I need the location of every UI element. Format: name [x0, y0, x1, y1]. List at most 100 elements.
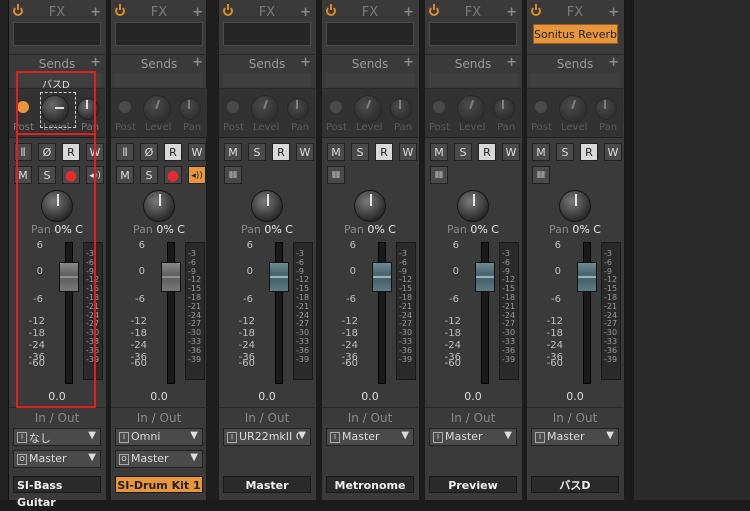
add-send-icon[interactable]: +	[90, 55, 101, 70]
mute-button[interactable]: M	[116, 166, 134, 184]
volume-fader-handle[interactable]	[161, 262, 181, 292]
output-select[interactable]: O Master ▼	[13, 450, 101, 468]
meter-mark: -27	[86, 319, 100, 329]
meter-mark: -39	[86, 354, 100, 364]
add-fx-icon[interactable]: +	[403, 5, 414, 20]
fx-slot-empty[interactable]	[223, 22, 311, 46]
send-pan-knob[interactable]	[179, 98, 201, 120]
send-pan-knob[interactable]	[493, 98, 515, 120]
channel-name[interactable]: SI-Drum Kit 1	[115, 476, 203, 493]
send-pan-knob[interactable]	[390, 98, 412, 120]
channel-name[interactable]: Preview	[429, 476, 517, 493]
fx-slot-empty[interactable]	[429, 22, 517, 46]
input-select[interactable]: I Master ▼	[429, 428, 517, 446]
write-button[interactable]: W	[296, 143, 314, 161]
monitor-input-button[interactable]: ⦀	[116, 143, 134, 161]
read-button[interactable]: R	[62, 143, 80, 161]
post-toggle[interactable]	[119, 101, 131, 113]
fx-slot-empty[interactable]	[115, 22, 203, 46]
meter-mark: -30	[502, 328, 516, 338]
mute-button[interactable]: M	[224, 143, 242, 161]
stereo-meter-button[interactable]: ⦀⦀	[532, 166, 550, 184]
add-fx-icon[interactable]: +	[192, 5, 203, 20]
volume-fader-handle[interactable]	[372, 262, 392, 292]
read-button[interactable]: R	[375, 143, 393, 161]
write-button[interactable]: W	[399, 143, 417, 161]
channel-name[interactable]: Master	[223, 476, 311, 493]
monitor-button[interactable]: ◂))	[188, 166, 206, 184]
solo-button[interactable]: S	[38, 166, 56, 184]
stereo-meter-button[interactable]: ⦀⦀	[327, 166, 345, 184]
solo-button[interactable]: S	[140, 166, 158, 184]
pan-knob[interactable]	[41, 190, 73, 222]
channel-name[interactable]: Metronome	[326, 476, 414, 493]
record-button[interactable]: ●	[62, 166, 80, 184]
phase-button[interactable]: Ø	[38, 143, 56, 161]
meter-mark: -3	[604, 249, 612, 258]
add-fx-icon[interactable]: +	[608, 5, 619, 20]
pan-knob[interactable]	[457, 190, 489, 222]
send-level-knob[interactable]	[143, 95, 171, 123]
fx-slot-empty[interactable]	[326, 22, 414, 46]
pan-knob[interactable]	[354, 190, 386, 222]
input-select[interactable]: I Omni ▼	[115, 428, 203, 446]
solo-button[interactable]: S	[351, 143, 369, 161]
send-level-knob[interactable]	[457, 95, 485, 123]
add-send-icon[interactable]: +	[300, 55, 311, 70]
scale-mark: -6	[551, 294, 561, 305]
fx-plugin-slot[interactable]: Sonitus Reverb	[533, 24, 618, 44]
stereo-meter-button[interactable]: ⦀⦀	[224, 166, 242, 184]
solo-button[interactable]: S	[454, 143, 472, 161]
input-select[interactable]: I Master ▼	[326, 428, 414, 446]
solo-button[interactable]: S	[556, 143, 574, 161]
solo-button[interactable]: S	[248, 143, 266, 161]
post-toggle[interactable]	[433, 101, 445, 113]
write-button[interactable]: W	[604, 143, 622, 161]
record-button[interactable]: ●	[164, 166, 182, 184]
scale-mark: -60	[28, 358, 45, 369]
mute-button[interactable]: M	[327, 143, 345, 161]
send-level-knob[interactable]	[354, 95, 382, 123]
add-send-icon[interactable]: +	[506, 55, 517, 70]
mute-button[interactable]: M	[532, 143, 550, 161]
input-select[interactable]: I なし ▼	[13, 428, 101, 446]
phase-button[interactable]: Ø	[140, 143, 158, 161]
pan-knob[interactable]	[559, 190, 591, 222]
write-button[interactable]: W	[502, 143, 520, 161]
send-pan-knob[interactable]	[595, 98, 617, 120]
post-toggle[interactable]	[330, 101, 342, 113]
meter-mark: -6	[296, 257, 304, 267]
send-level-knob[interactable]	[251, 95, 279, 123]
mute-button[interactable]: M	[430, 143, 448, 161]
volume-fader-handle[interactable]	[577, 262, 597, 292]
fader-value: 0.0	[258, 390, 276, 403]
read-button[interactable]: R	[580, 143, 598, 161]
volume-fader-handle[interactable]	[59, 262, 79, 292]
add-fx-icon[interactable]: +	[90, 5, 101, 20]
add-send-icon[interactable]: +	[192, 55, 203, 70]
channel-name[interactable]: バスD	[531, 476, 619, 493]
send-level-knob[interactable]	[559, 95, 587, 123]
send-pan-knob[interactable]	[287, 98, 309, 120]
pan-knob[interactable]	[251, 190, 283, 222]
post-toggle[interactable]	[227, 101, 239, 113]
add-send-icon[interactable]: +	[608, 55, 619, 70]
read-button[interactable]: R	[478, 143, 496, 161]
channel-name[interactable]: SI-Bass Guitar	[13, 476, 101, 509]
meter-mark: -15	[502, 284, 516, 294]
input-select[interactable]: I UR22mkII C ▼	[223, 428, 311, 446]
read-button[interactable]: R	[272, 143, 290, 161]
add-send-icon[interactable]: +	[403, 55, 414, 70]
fx-slot-empty[interactable]	[13, 22, 101, 46]
output-select[interactable]: O Master ▼	[115, 450, 203, 468]
post-toggle[interactable]	[535, 101, 547, 113]
input-select[interactable]: I Master ▼	[531, 428, 619, 446]
pan-knob[interactable]	[143, 190, 175, 222]
read-button[interactable]: R	[164, 143, 182, 161]
write-button[interactable]: W	[188, 143, 206, 161]
add-fx-icon[interactable]: +	[300, 5, 311, 20]
volume-fader-handle[interactable]	[475, 262, 495, 292]
stereo-meter-button[interactable]: ⦀⦀	[430, 166, 448, 184]
volume-fader-handle[interactable]	[269, 262, 289, 292]
add-fx-icon[interactable]: +	[506, 5, 517, 20]
